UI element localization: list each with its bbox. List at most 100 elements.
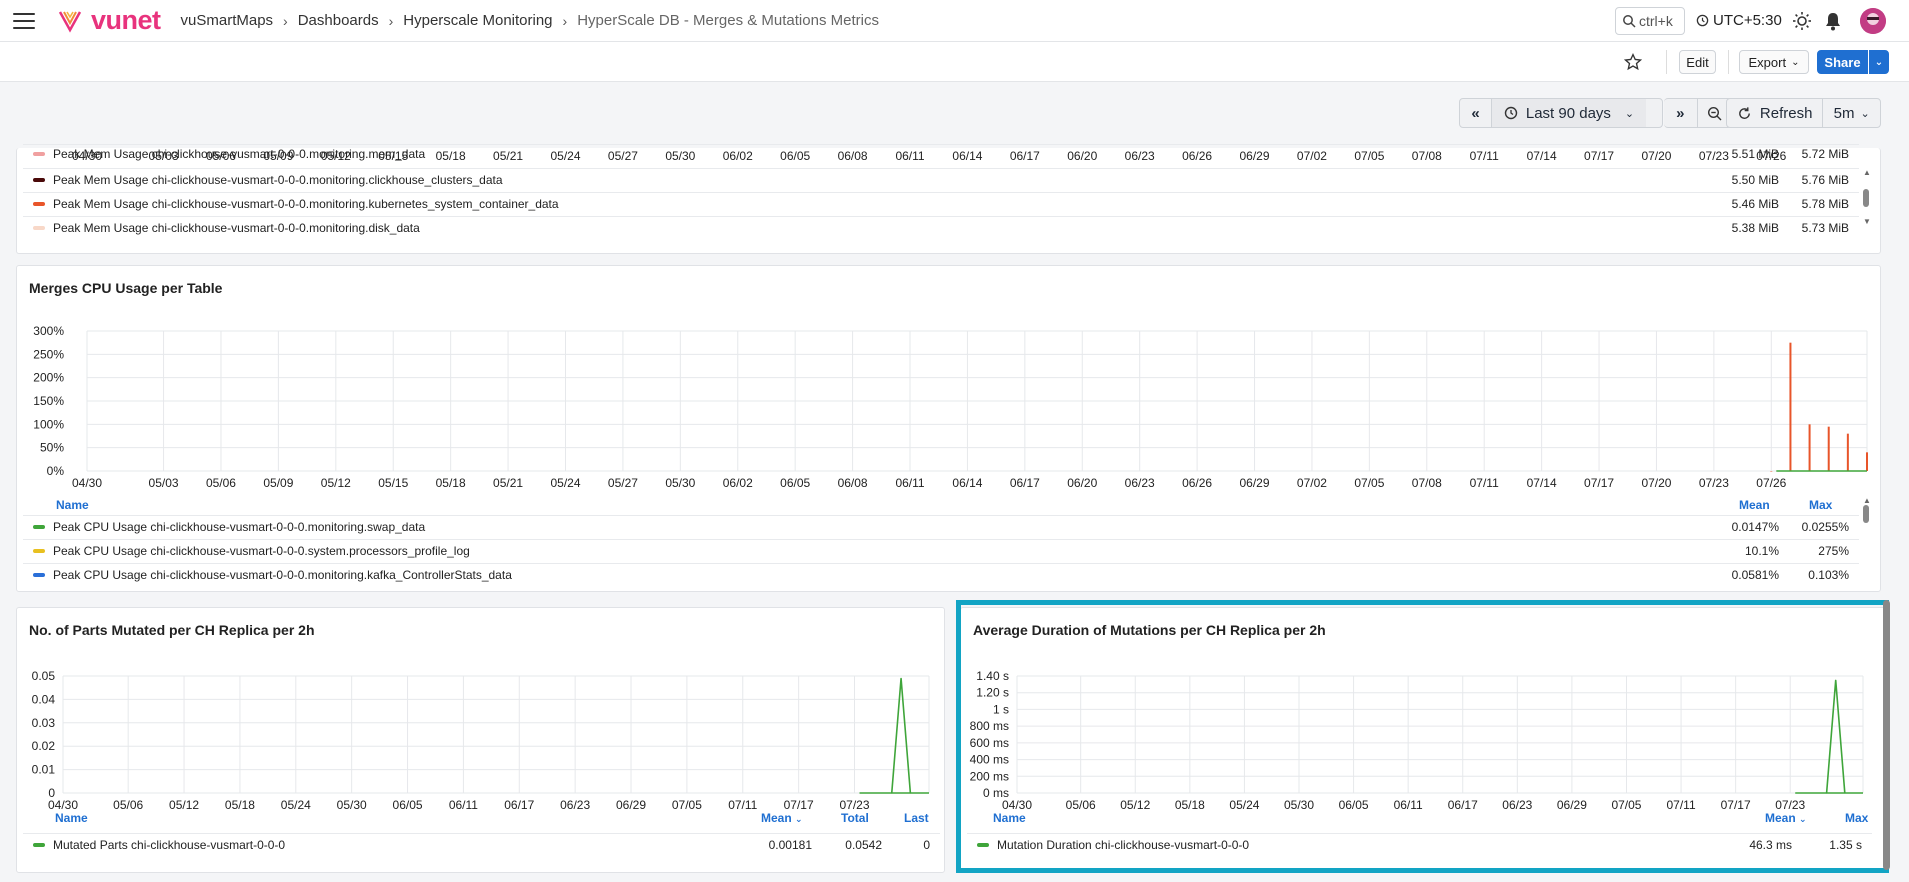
legend-item[interactable]: Peak Mem Usage chi-clickhouse-vusmart-0-…	[23, 192, 1859, 215]
legend-item[interactable]: Mutation Duration chi-clickhouse-vusmart…	[967, 833, 1872, 856]
x-tick-label: 06/17	[504, 798, 534, 812]
y-tick-label: 0.05	[32, 669, 56, 683]
chart-bar	[1846, 433, 1849, 471]
refresh-icon	[1739, 106, 1750, 119]
series-color-swatch	[33, 226, 45, 230]
menu-icon[interactable]	[13, 12, 35, 29]
page-scrollbar[interactable]	[1883, 600, 1890, 870]
zoom-out-icon	[1707, 106, 1722, 120]
time-forward-button[interactable]: »	[1664, 99, 1698, 127]
y-tick-label: 0.03	[32, 716, 56, 730]
legend-item[interactable]: Peak CPU Usage chi-clickhouse-vusmart-0-…	[23, 539, 1859, 562]
legend-item[interactable]: Peak CPU Usage chi-clickhouse-vusmart-0-…	[23, 515, 1859, 538]
search-input[interactable]: ctrl+k	[1615, 7, 1685, 35]
legend-item[interactable]: Mutated Parts chi-clickhouse-vusmart-0-0…	[23, 833, 940, 856]
bell-icon[interactable]	[1824, 11, 1842, 31]
legend-value-max: 5.72 MiB	[1801, 146, 1849, 161]
memory-usage-panel: 04/30 05/03 05/06 05/09 05/12 05/15 05/18 05/21…	[16, 144, 1881, 254]
legend-value-mean: 5.50 MiB	[1731, 173, 1779, 187]
x-tick-label: 05/30	[337, 798, 367, 812]
x-tick-label: 07/17	[784, 798, 814, 812]
x-tick-label: 05/30	[665, 476, 695, 490]
brand-name: vunet	[91, 5, 161, 35]
share-button[interactable]: Share	[1817, 50, 1868, 74]
legend-item[interactable]: Peak Mem Usage chi-clickhouse-vusmart-0-…	[23, 168, 1859, 191]
x-tick-label: 07/05	[672, 798, 702, 812]
clock-icon	[1504, 106, 1518, 120]
breadcrumb-vusmartmaps[interactable]: vuSmartMaps	[181, 12, 274, 29]
series-color-swatch	[33, 549, 45, 553]
legend-header-last[interactable]: Last	[904, 811, 929, 825]
legend-header-name[interactable]: Name	[55, 811, 88, 825]
y-tick-label: 0.02	[32, 739, 56, 753]
theme-toggle-icon[interactable]	[1792, 11, 1812, 31]
legend-header-name[interactable]: Name	[56, 498, 89, 512]
data-point	[900, 677, 902, 679]
parts-mutated-chart: 00.010.020.030.040.0504/30 05/06 05/12 05/1…	[32, 669, 930, 812]
x-tick-label: 06/17	[1448, 798, 1478, 812]
legend-scrollbar[interactable]: ▲ ▼	[1863, 168, 1871, 244]
scroll-up-icon: ▲	[1863, 496, 1871, 505]
legend-header-mean[interactable]: Mean ⌄	[1765, 811, 1807, 825]
legend-series-name: Peak CPU Usage chi-clickhouse-vusmart-0-…	[53, 568, 512, 582]
search-icon	[1623, 15, 1636, 28]
legend-header-mean[interactable]: Mean	[1739, 498, 1770, 512]
y-tick-label: 1.20 s	[976, 686, 1009, 700]
star-icon[interactable]	[1624, 53, 1642, 71]
legend-header-max[interactable]: Max	[1845, 811, 1868, 825]
legend-item[interactable]: Peak CPU Usage chi-clickhouse-vusmart-0-…	[23, 563, 1859, 586]
parts-mutated-panel: No. of Parts Mutated per CH Replica per …	[16, 607, 945, 873]
refresh-button[interactable]: Refresh	[1727, 99, 1824, 127]
x-tick-label: 07/05	[1354, 476, 1384, 490]
legend-header-name[interactable]: Name	[993, 811, 1026, 825]
legend-header-total[interactable]: Total	[841, 811, 869, 825]
x-tick-label: 06/26	[1182, 476, 1212, 490]
legend-value-max: 5.78 MiB	[1801, 197, 1849, 211]
legend-header-max[interactable]: Max	[1809, 498, 1832, 512]
logo[interactable]: vunet	[57, 5, 161, 36]
breadcrumb-dashboards[interactable]: Dashboards	[298, 12, 379, 29]
series-color-swatch	[33, 151, 45, 156]
x-tick-label: 07/02	[1297, 476, 1327, 490]
x-tick-label: 06/11	[1394, 798, 1423, 812]
timezone-selector[interactable]: UTC+5:30	[1696, 12, 1782, 29]
x-tick-label: 06/29	[1557, 798, 1587, 812]
legend-value-mean: 5.46 MiB	[1731, 197, 1779, 211]
share-menu-button[interactable]: ⌄	[1869, 50, 1889, 74]
x-tick-label: 05/24	[281, 798, 311, 812]
x-tick-label: 05/12	[169, 798, 199, 812]
refresh-interval-select[interactable]: 5m ⌄	[1823, 99, 1880, 127]
chart-bar	[1866, 452, 1868, 471]
x-tick-label: 05/09	[263, 476, 293, 490]
legend-series-name: Peak CPU Usage chi-clickhouse-vusmart-0-…	[53, 520, 426, 534]
x-tick-label: 06/17	[1010, 476, 1040, 490]
x-tick-label: 06/29	[1240, 476, 1270, 490]
legend-value-mean: 5.38 MiB	[1731, 221, 1779, 235]
edit-button[interactable]: Edit	[1679, 50, 1716, 74]
x-tick-label: 05/30	[1284, 798, 1314, 812]
y-tick-label: 200%	[33, 371, 64, 385]
refresh-interval-label: 5m	[1833, 104, 1855, 122]
scroll-down-icon: ▼	[1863, 217, 1871, 226]
x-tick-label: 05/24	[1229, 798, 1259, 812]
x-tick-label: 06/05	[780, 476, 810, 490]
breadcrumb-hyperscale-monitoring[interactable]: Hyperscale Monitoring	[403, 12, 552, 29]
time-back-button[interactable]: «	[1460, 99, 1492, 127]
time-range-select[interactable]: Last 90 days ⌄	[1492, 99, 1646, 127]
x-tick-label: 07/05	[1611, 798, 1641, 812]
legend-value-mean: 5.51 MiB	[1731, 146, 1779, 161]
legend-item[interactable]: Peak Mem Usage chi-clickhouse-vusmart-0-…	[23, 216, 1859, 239]
legend-item[interactable]: Peak Mem Usage chi-clickhouse-vusmart-0-…	[23, 144, 1859, 162]
legend-header-mean[interactable]: Mean ⌄	[761, 811, 803, 825]
x-tick-label: 05/12	[1120, 798, 1150, 812]
chevron-right-icon: ›	[562, 12, 568, 29]
legend-scrollbar[interactable]: ▲	[1863, 496, 1871, 576]
avatar[interactable]	[1860, 8, 1886, 34]
x-tick-label: 06/23	[1125, 476, 1155, 490]
legend-series-name: Peak Mem Usage chi-clickhouse-vusmart-0-…	[53, 146, 426, 161]
export-button[interactable]: Export ⌄	[1739, 50, 1809, 74]
legend-series-name: Mutated Parts chi-clickhouse-vusmart-0-0…	[53, 838, 286, 852]
legend-value-max: 275%	[1818, 544, 1849, 558]
time-range-picker: « Last 90 days ⌄	[1459, 98, 1663, 128]
y-tick-label: 0.01	[32, 763, 56, 777]
